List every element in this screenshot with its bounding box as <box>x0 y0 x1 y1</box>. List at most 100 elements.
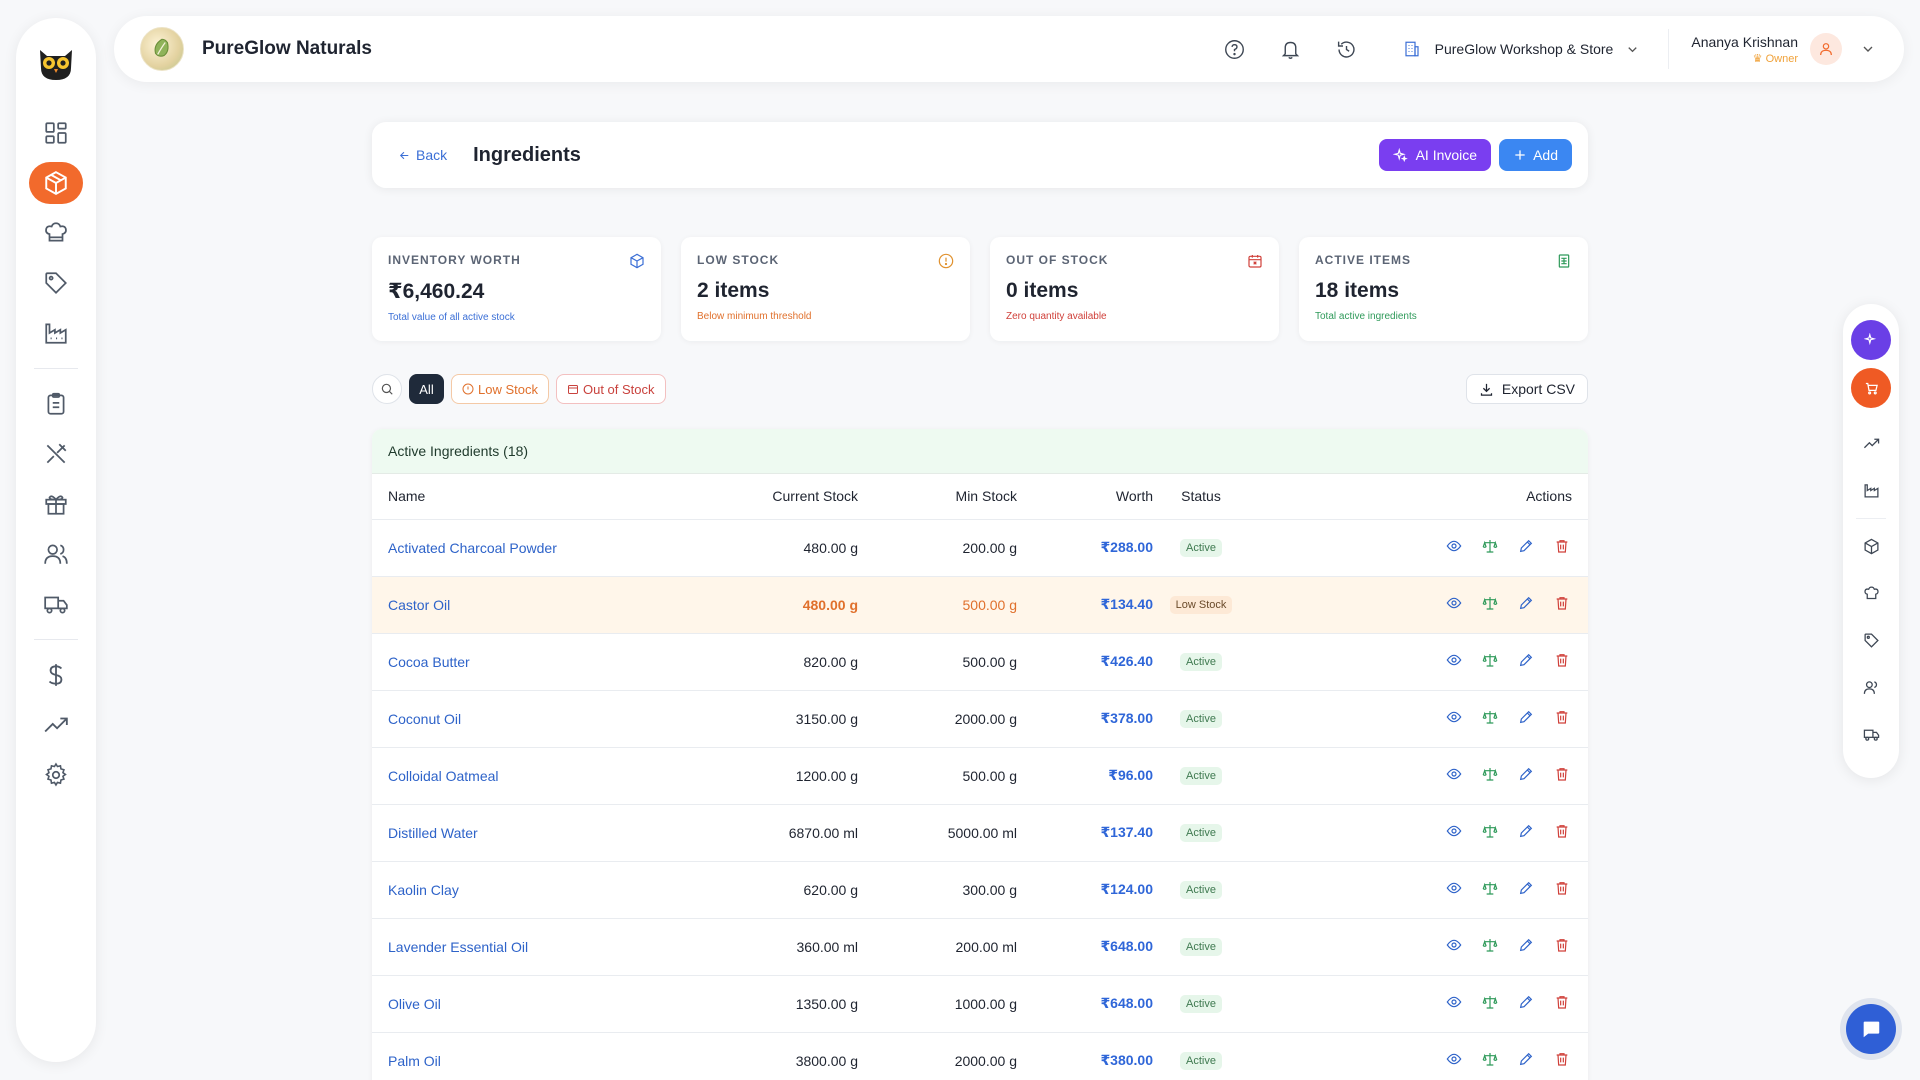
adjust-stock-button[interactable] <box>1482 652 1498 671</box>
adjust-stock-button[interactable] <box>1482 937 1498 956</box>
table-row[interactable]: Olive Oil 1350.00 g 1000.00 g ₹648.00 Active <box>372 975 1588 1033</box>
ingredient-name-link[interactable]: Olive Oil <box>388 996 441 1012</box>
nav-customers[interactable] <box>29 533 83 575</box>
view-button[interactable] <box>1446 994 1462 1013</box>
col-current-stock[interactable]: Current Stock <box>672 474 858 520</box>
chat-button[interactable] <box>1840 998 1902 1060</box>
col-name[interactable]: Name <box>372 474 672 520</box>
table-row[interactable]: Kaolin Clay 620.00 g 300.00 g ₹124.00 Active <box>372 861 1588 919</box>
adjust-stock-button[interactable] <box>1482 766 1498 785</box>
nav-gifts[interactable] <box>29 483 83 525</box>
view-button[interactable] <box>1446 823 1462 842</box>
table-row[interactable]: Distilled Water 6870.00 ml 5000.00 ml ₹137.… <box>372 804 1588 862</box>
delete-button[interactable] <box>1554 766 1570 785</box>
owl-logo-icon[interactable] <box>35 42 77 84</box>
search-button[interactable] <box>372 374 402 404</box>
ingredient-name-link[interactable]: Lavender Essential Oil <box>388 939 528 955</box>
nav-settings[interactable] <box>29 754 83 796</box>
delete-button[interactable] <box>1554 880 1570 899</box>
adjust-stock-button[interactable] <box>1482 823 1498 842</box>
nav-inventory[interactable] <box>29 162 83 204</box>
ai-assistant-button[interactable] <box>1851 320 1891 360</box>
nav-delivery[interactable] <box>29 583 83 625</box>
edit-button[interactable] <box>1518 937 1534 956</box>
ingredient-name-link[interactable]: Palm Oil <box>388 1053 441 1069</box>
rail-customers[interactable] <box>1851 667 1891 707</box>
ingredient-name-link[interactable]: Kaolin Clay <box>388 882 459 898</box>
ai-invoice-button[interactable]: AI Invoice <box>1378 139 1492 171</box>
adjust-stock-button[interactable] <box>1482 595 1498 614</box>
ingredient-name-link[interactable]: Colloidal Oatmeal <box>388 768 499 784</box>
view-button[interactable] <box>1446 652 1462 671</box>
view-button[interactable] <box>1446 709 1462 728</box>
nav-utensils[interactable] <box>29 433 83 475</box>
brand-logo[interactable] <box>140 27 184 71</box>
rail-analytics[interactable] <box>1851 423 1891 463</box>
table-row[interactable]: Palm Oil 3800.00 g 2000.00 g ₹380.00 Active <box>372 1032 1588 1080</box>
nav-production[interactable] <box>29 312 83 354</box>
nav-analytics[interactable] <box>29 704 83 746</box>
view-button[interactable] <box>1446 766 1462 785</box>
history-button[interactable] <box>1319 39 1375 60</box>
table-row[interactable]: Lavender Essential Oil 360.00 ml 200.00 ml… <box>372 918 1588 976</box>
col-status[interactable]: Status <box>1153 474 1249 520</box>
export-csv-button[interactable]: Export CSV <box>1465 374 1588 404</box>
edit-button[interactable] <box>1518 595 1534 614</box>
delete-button[interactable] <box>1554 823 1570 842</box>
user-menu-chevron-icon[interactable] <box>1860 41 1876 57</box>
delete-button[interactable] <box>1554 709 1570 728</box>
delete-button[interactable] <box>1554 595 1570 614</box>
edit-button[interactable] <box>1518 880 1534 899</box>
delete-button[interactable] <box>1554 937 1570 956</box>
view-button[interactable] <box>1446 1051 1462 1070</box>
edit-button[interactable] <box>1518 709 1534 728</box>
ingredient-name-link[interactable]: Cocoa Butter <box>388 654 470 670</box>
col-min-stock[interactable]: Min Stock <box>858 474 1017 520</box>
view-button[interactable] <box>1446 880 1462 899</box>
delete-button[interactable] <box>1554 994 1570 1013</box>
table-row[interactable]: Coconut Oil 3150.00 g 2000.00 g ₹378.00 Acti… <box>372 690 1588 748</box>
back-button[interactable]: Back <box>390 141 455 169</box>
adjust-stock-button[interactable] <box>1482 538 1498 557</box>
adjust-stock-button[interactable] <box>1482 994 1498 1013</box>
table-row[interactable]: Cocoa Butter 820.00 g 500.00 g ₹426.40 Activ… <box>372 633 1588 691</box>
delete-button[interactable] <box>1554 1051 1570 1070</box>
help-button[interactable] <box>1207 39 1263 60</box>
view-button[interactable] <box>1446 595 1462 614</box>
edit-button[interactable] <box>1518 823 1534 842</box>
store-selector[interactable]: PureGlow Workshop & Store <box>1403 40 1641 58</box>
filter-low-stock[interactable]: Low Stock <box>451 374 549 404</box>
table-row[interactable]: Colloidal Oatmeal 1200.00 g 500.00 g ₹96.00… <box>372 747 1588 805</box>
avatar[interactable] <box>1810 33 1842 65</box>
edit-button[interactable] <box>1518 994 1534 1013</box>
table-row[interactable]: Castor Oil 480.00 g 500.00 g ₹134.40 Low Sto… <box>372 576 1588 634</box>
edit-button[interactable] <box>1518 652 1534 671</box>
rail-products[interactable] <box>1851 620 1891 660</box>
rail-production[interactable] <box>1851 470 1891 510</box>
table-row[interactable]: Activated Charcoal Powder 480.00 g 200.00 … <box>372 519 1588 577</box>
adjust-stock-button[interactable] <box>1482 709 1498 728</box>
adjust-stock-button[interactable] <box>1482 880 1498 899</box>
notifications-button[interactable] <box>1263 39 1319 60</box>
edit-button[interactable] <box>1518 538 1534 557</box>
delete-button[interactable] <box>1554 538 1570 557</box>
rail-inventory[interactable] <box>1851 526 1891 566</box>
nav-recipes[interactable] <box>29 212 83 254</box>
col-worth[interactable]: Worth <box>1017 474 1153 520</box>
nav-products[interactable] <box>29 262 83 304</box>
nav-finance[interactable] <box>29 654 83 696</box>
delete-button[interactable] <box>1554 652 1570 671</box>
nav-dashboard[interactable] <box>29 112 83 154</box>
edit-button[interactable] <box>1518 1051 1534 1070</box>
filter-all[interactable]: All <box>409 374 444 404</box>
add-ingredient-button[interactable]: Add <box>1499 139 1572 171</box>
edit-button[interactable] <box>1518 766 1534 785</box>
ingredient-name-link[interactable]: Distilled Water <box>388 825 478 841</box>
view-button[interactable] <box>1446 937 1462 956</box>
ingredient-name-link[interactable]: Castor Oil <box>388 597 450 613</box>
ingredient-name-link[interactable]: Coconut Oil <box>388 711 461 727</box>
view-button[interactable] <box>1446 538 1462 557</box>
rail-delivery[interactable] <box>1851 714 1891 754</box>
adjust-stock-button[interactable] <box>1482 1051 1498 1070</box>
user-info[interactable]: Ananya Krishnan ♛ Owner <box>1691 34 1798 65</box>
